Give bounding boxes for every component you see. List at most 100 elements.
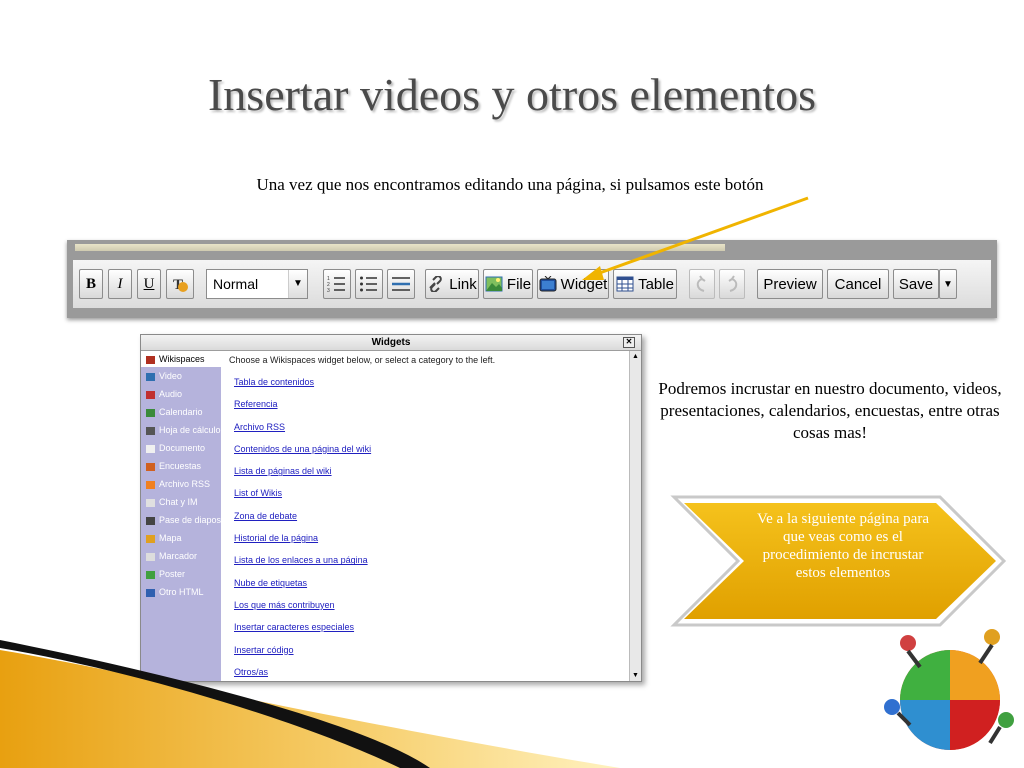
file-button[interactable]: File (483, 269, 533, 299)
numbered-list-icon: 123 (327, 276, 345, 293)
preview-button[interactable]: Preview (757, 269, 823, 299)
sidebar-item[interactable]: Calendario (141, 403, 221, 421)
widget-link[interactable]: Lista de los enlaces a una página (229, 549, 625, 571)
link-button[interactable]: Link (425, 269, 479, 299)
puzzle-team-icon (884, 629, 1014, 750)
svg-text:3: 3 (327, 288, 330, 293)
image-file-icon (485, 276, 503, 292)
widget-link[interactable]: Los que más contribuyen (229, 594, 625, 616)
format-select-value: Normal (213, 276, 259, 292)
format-select[interactable]: Normal ▼ (206, 269, 308, 299)
sidebar-item-label: Chat y IM (159, 497, 198, 507)
sidebar-item-label: Encuestas (159, 461, 202, 471)
sidebar-item[interactable]: Pase de diapositivas (141, 511, 221, 529)
sidebar-item[interactable]: Marcador (141, 547, 221, 565)
editor-toolbar-frame: B I U T Normal ▼ 123 Link File Widget Ta… (67, 240, 997, 318)
redo-button[interactable] (719, 269, 745, 299)
sidebar-item[interactable]: Hoja de cálculo (141, 421, 221, 439)
text-color-button[interactable]: T (166, 269, 194, 299)
sidebar-item-label: Calendario (159, 407, 203, 417)
category-icon (146, 444, 155, 453)
category-icon (146, 390, 155, 399)
save-options-button[interactable]: ▼ (939, 269, 957, 299)
widget-intro-text: Choose a Wikispaces widget below, or sel… (229, 355, 496, 365)
category-icon (146, 588, 155, 597)
sidebar-item-label: Otro HTML (159, 587, 204, 597)
widget-link[interactable]: Lista de páginas del wiki (229, 460, 625, 482)
widget-link[interactable]: Archivo RSS (229, 416, 625, 438)
italic-button[interactable]: I (108, 269, 132, 299)
slide-title: Insertar videos y otros elementos (207, 69, 817, 120)
sidebar-item-label: Mapa (159, 533, 182, 543)
tv-widget-icon (539, 275, 557, 292)
redo-icon (728, 275, 738, 292)
category-icon (146, 408, 155, 417)
widget-link[interactable]: Contenidos de una página del wiki (229, 438, 625, 460)
widget-link[interactable]: List of Wikis (229, 482, 625, 504)
sidebar-item[interactable]: Chat y IM (141, 493, 221, 511)
bullet-list-icon (360, 276, 377, 292)
sidebar-item[interactable]: Otro HTML (141, 583, 221, 601)
sidebar-item[interactable]: Mapa (141, 529, 221, 547)
widget-content: Choose a Wikispaces widget below, or sel… (229, 351, 625, 681)
table-button[interactable]: Table (613, 269, 677, 299)
widgets-dialog-title: Widgets ✕ (141, 335, 641, 351)
widget-link[interactable]: Tabla de contenidos (229, 371, 625, 393)
sidebar-item[interactable]: Documento (141, 439, 221, 457)
sidebar-item[interactable]: Encuestas (141, 457, 221, 475)
sidebar-item-label: Pase de diapositivas (159, 515, 221, 525)
widget-link[interactable]: Insertar caracteres especiales (229, 616, 625, 638)
sidebar-item-label: Poster (159, 569, 186, 579)
widgets-dialog-title-text: Widgets (371, 337, 411, 348)
numbered-list-button[interactable]: 123 (323, 269, 351, 299)
category-icon (146, 516, 155, 525)
widget-button[interactable]: Widget (537, 269, 609, 299)
sidebar-item[interactable]: Wikispaces (141, 351, 221, 367)
sidebar-item-label: Hoja de cálculo (159, 425, 221, 435)
category-icon (146, 462, 155, 471)
table-button-label: Table (638, 275, 674, 293)
sidebar-item-label: Video (159, 371, 182, 381)
decorative-swoosh (0, 640, 620, 768)
bullet-list-button[interactable] (355, 269, 383, 299)
sidebar-item[interactable]: Poster (141, 565, 221, 583)
scroll-down-icon[interactable]: ▼ (630, 670, 641, 681)
category-icon (146, 534, 155, 543)
widget-scrollbar[interactable]: ▲ ▼ (629, 351, 641, 681)
category-icon (146, 498, 155, 507)
widget-link[interactable]: Referencia (229, 393, 625, 415)
bold-button[interactable]: B (79, 269, 103, 299)
sidebar-item-label: Audio (159, 389, 183, 399)
close-icon[interactable]: ✕ (623, 337, 635, 348)
sidebar-item-label: Wikispaces (159, 354, 205, 364)
widget-link-list: Tabla de contenidos Referencia Archivo RSS… (229, 371, 625, 681)
category-icon (146, 355, 155, 364)
sidebar-item-label: Documento (159, 443, 206, 453)
category-icon (146, 570, 155, 579)
editor-toolbar: B I U T Normal ▼ 123 Link File Widget Ta… (73, 260, 991, 308)
save-button[interactable]: Save (893, 269, 939, 299)
widget-link[interactable]: Historial de la página (229, 527, 625, 549)
file-button-label: File (506, 275, 532, 293)
undo-button[interactable] (689, 269, 715, 299)
horizontal-rule-icon (392, 277, 410, 291)
category-icon (146, 372, 155, 381)
sidebar-item[interactable]: Video (141, 367, 221, 385)
scroll-up-icon[interactable]: ▲ (630, 351, 641, 362)
category-icon (146, 426, 155, 435)
sidebar-item-label: Marcador (159, 551, 198, 561)
category-icon (146, 552, 155, 561)
cancel-button[interactable]: Cancel (827, 269, 889, 299)
sidebar-item[interactable]: Audio (141, 385, 221, 403)
widget-button-label: Widget (560, 275, 608, 293)
horizontal-rule-button[interactable] (387, 269, 415, 299)
underline-button[interactable]: U (137, 269, 161, 299)
chevron-down-icon: ▼ (288, 270, 307, 298)
category-icon (146, 480, 155, 489)
widgets-dialog: Widgets ✕ Wikispaces Video Audio Calendario… (140, 334, 642, 682)
sidebar-item-label: Archivo RSS (159, 479, 211, 489)
sidebar-item[interactable]: Archivo RSS (141, 475, 221, 493)
toolbar-top-line (75, 244, 725, 251)
widget-link[interactable]: Nube de etiquetas (229, 572, 625, 594)
widget-link[interactable]: Zona de debate (229, 505, 625, 527)
